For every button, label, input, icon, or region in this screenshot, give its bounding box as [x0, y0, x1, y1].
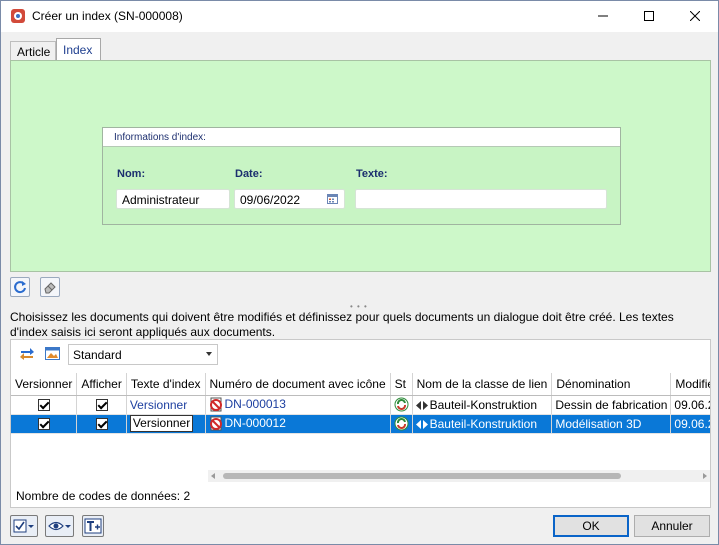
minimize-icon — [598, 15, 608, 17]
numero-value: DN-000012 — [224, 415, 286, 430]
modifie-cell[interactable]: 09.06.2022 — [670, 414, 710, 434]
classe-value: Bauteil-Konstruktion — [429, 416, 538, 431]
index-info-box: Informations d'index: Nom: Date: Texte: … — [102, 127, 621, 225]
numero-value: DN-000013 — [224, 396, 286, 411]
image-icon[interactable] — [45, 346, 61, 361]
scroll-right-icon[interactable] — [703, 473, 707, 479]
table-area: Versionner Afficher Texte d'index Numéro… — [11, 373, 710, 484]
add-text-button[interactable] — [82, 515, 104, 537]
col-header-afficher[interactable]: Afficher — [76, 373, 127, 396]
date-value: 09/06/2022 — [240, 193, 301, 207]
close-button[interactable] — [672, 1, 718, 31]
text-label: Texte: — [356, 168, 388, 180]
minimize-button[interactable] — [580, 1, 626, 31]
index-info-heading: Informations d'index: — [114, 132, 206, 143]
documents-table: Versionner Afficher Texte d'index Numéro… — [11, 373, 710, 434]
name-field[interactable]: Administrateur — [116, 189, 230, 209]
eye-menu-icon — [47, 521, 71, 531]
status-cycle-icon — [394, 416, 409, 431]
col-header-st[interactable]: St — [390, 373, 413, 396]
versionner-checkbox[interactable] — [37, 418, 50, 431]
tab-article[interactable]: Article — [10, 41, 56, 61]
checkbox-menu-button[interactable] — [10, 515, 38, 537]
view-select-value: Standard — [73, 348, 122, 362]
table-header-row: Versionner Afficher Texte d'index Numéro… — [11, 373, 710, 396]
date-field[interactable]: 09/06/2022 — [234, 189, 345, 209]
instructions-text: Choisissez les documents qui doivent êtr… — [10, 310, 674, 339]
app-icon — [11, 9, 25, 23]
col-header-modifie[interactable]: Modifié — [670, 373, 710, 396]
texte-cell[interactable]: Versionner — [126, 414, 206, 434]
afficher-cell[interactable] — [76, 395, 127, 415]
texte-editor[interactable]: Versionner — [129, 415, 194, 432]
col-header-texte[interactable]: Texte d'index — [126, 373, 206, 396]
document-icon — [209, 416, 222, 431]
view-select[interactable]: Standard — [68, 344, 218, 365]
versionner-cell[interactable] — [11, 395, 78, 415]
documents-grid: Standard Versionner Afficher Texte d'ind… — [10, 339, 711, 508]
eraser-button[interactable] — [40, 277, 60, 297]
dialog-window: Créer un index (SN-000008) Article Index… — [0, 0, 719, 545]
checkbox-menu-icon — [13, 519, 34, 533]
table-row[interactable]: Versionner DN-000013 Bauteil-Konstruktio… — [11, 395, 710, 415]
sync-icon[interactable] — [19, 347, 35, 361]
horizontal-scrollbar[interactable] — [208, 470, 710, 482]
document-icon — [209, 397, 222, 412]
classe-cell[interactable]: Bauteil-Konstruktion — [412, 414, 553, 434]
versionner-checkbox[interactable] — [37, 399, 50, 412]
status-cycle-icon — [394, 397, 409, 412]
link-class-icon — [415, 400, 428, 410]
grid-toolbar: Standard — [11, 340, 710, 370]
cancel-button[interactable]: Annuler — [634, 515, 710, 537]
modifie-cell[interactable]: 09.06.2022 — [670, 395, 710, 415]
col-header-denomination[interactable]: Dénomination — [551, 373, 672, 396]
tab-index[interactable]: Index — [56, 38, 101, 61]
ok-button[interactable]: OK — [553, 515, 629, 537]
denomination-cell[interactable]: Modélisation 3D — [551, 414, 672, 434]
status-cell — [390, 395, 413, 415]
window-title: Créer un index (SN-000008) — [32, 9, 183, 23]
record-count: Nombre de codes de données: 2 — [16, 489, 191, 503]
maximize-button[interactable] — [626, 1, 672, 31]
title-bar: Créer un index (SN-000008) — [1, 1, 718, 32]
denomination-cell[interactable]: Dessin de fabrication — [551, 395, 672, 415]
text-add-icon — [84, 518, 102, 534]
refresh-button[interactable] — [10, 277, 30, 297]
maximize-icon — [644, 11, 654, 21]
text-field[interactable] — [355, 189, 607, 209]
index-panel: Informations d'index: Nom: Date: Texte: … — [10, 60, 711, 272]
table-row-selected[interactable]: Versionner DN-000012 Bauteil-Konstruktio… — [11, 414, 710, 434]
link-class-icon — [415, 419, 428, 429]
col-header-classe[interactable]: Nom de la classe de lien — [412, 373, 553, 396]
scroll-left-icon[interactable] — [211, 473, 215, 479]
numero-cell[interactable]: DN-000012 — [205, 414, 391, 434]
date-label: Date: — [235, 168, 263, 180]
texte-cell[interactable]: Versionner — [126, 395, 206, 415]
status-cell — [390, 414, 413, 434]
scrollbar-thumb[interactable] — [223, 473, 621, 479]
close-icon — [690, 11, 700, 21]
texte-value: Versionner — [129, 397, 188, 412]
calendar-icon[interactable] — [327, 193, 338, 204]
refresh-icon — [14, 281, 26, 294]
numero-cell[interactable]: DN-000013 — [205, 395, 391, 415]
col-header-versionner[interactable]: Versionner — [11, 373, 78, 396]
index-info-header: Informations d'index: — [103, 128, 620, 147]
col-header-numero[interactable]: Numéro de document avec icône — [205, 373, 391, 396]
afficher-checkbox[interactable] — [95, 399, 108, 412]
name-label: Nom: — [117, 168, 146, 180]
afficher-checkbox[interactable] — [95, 418, 108, 431]
classe-value: Bauteil-Konstruktion — [429, 397, 538, 412]
versionner-cell[interactable] — [11, 414, 78, 434]
afficher-cell[interactable] — [76, 414, 127, 434]
eraser-icon — [44, 282, 56, 294]
chevron-down-icon — [206, 352, 212, 356]
classe-cell[interactable]: Bauteil-Konstruktion — [412, 395, 553, 415]
visibility-menu-button[interactable] — [45, 515, 74, 537]
